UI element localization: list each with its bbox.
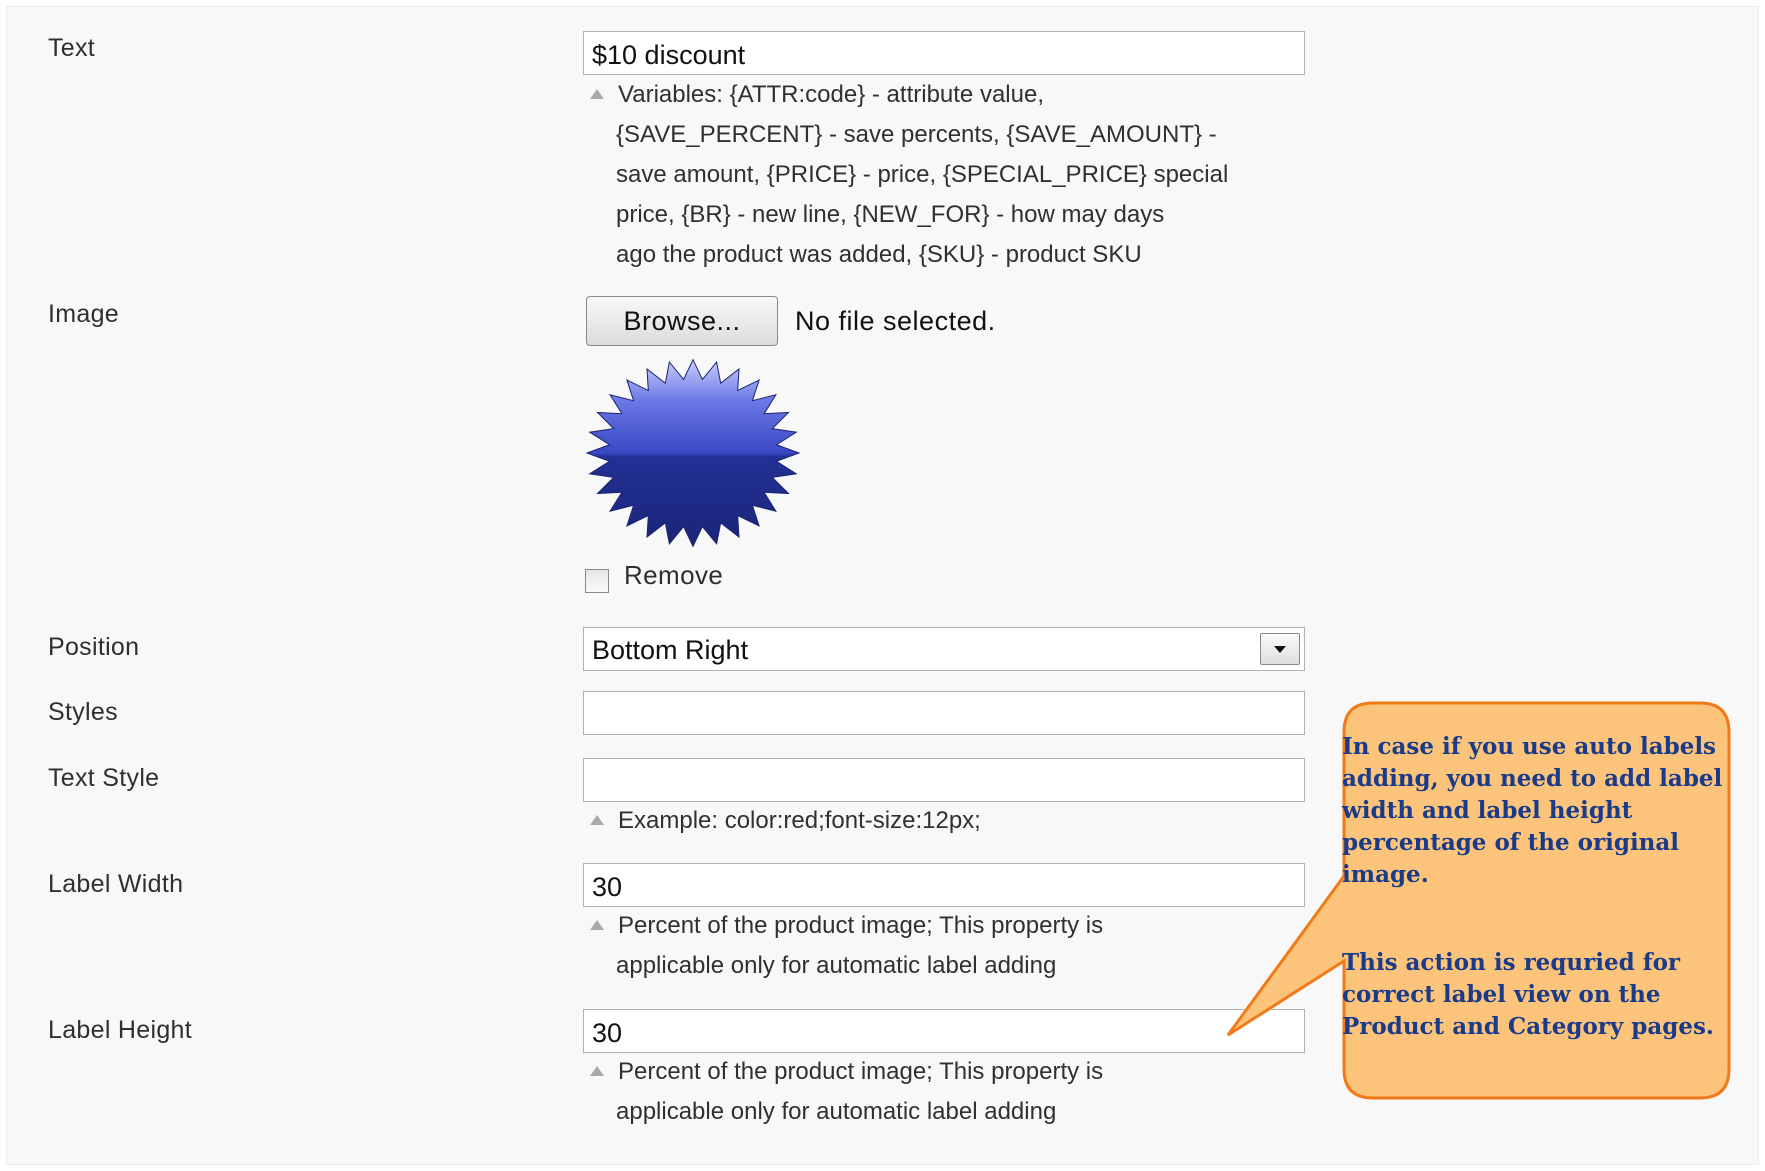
label-height-label: Label Height xyxy=(48,1016,192,1044)
label-height-note-line: Percent of the product image; This prope… xyxy=(590,1052,1310,1092)
text-style-label: Text Style xyxy=(48,764,160,792)
label-height-note-line: applicable only for automatic label addi… xyxy=(616,1098,1057,1125)
text-note-line: ago the product was added, {SKU} - produ… xyxy=(616,241,1142,268)
note-arrow-icon xyxy=(590,920,604,930)
browse-button[interactable]: Browse... xyxy=(586,296,778,346)
note-arrow-icon xyxy=(590,89,604,99)
callout-paragraph-1: In case if you use auto labels adding, y… xyxy=(1342,733,1723,888)
note-arrow-icon xyxy=(590,815,604,825)
label-width-note: Percent of the product image; This prope… xyxy=(590,906,1310,986)
chevron-down-icon[interactable] xyxy=(1260,633,1300,665)
position-label: Position xyxy=(48,633,140,661)
note-arrow-icon xyxy=(590,1066,604,1076)
remove-label: Remove xyxy=(624,560,724,590)
label-width-label: Label Width xyxy=(48,870,184,898)
text-note-line: Variables: {ATTR:code} - attribute value… xyxy=(590,75,1310,115)
label-height-note: Percent of the product image; This prope… xyxy=(590,1052,1310,1132)
remove-checkbox[interactable] xyxy=(585,569,609,593)
image-label: Image xyxy=(48,300,119,328)
text-note: Variables: {ATTR:code} - attribute value… xyxy=(590,75,1310,275)
label-height-input[interactable] xyxy=(583,1009,1305,1053)
label-width-note-line: applicable only for automatic label addi… xyxy=(616,952,1057,979)
position-select[interactable]: Bottom Right xyxy=(583,627,1305,671)
text-style-input[interactable] xyxy=(583,758,1305,802)
styles-input[interactable] xyxy=(583,691,1305,735)
starburst-badge-icon xyxy=(585,358,801,548)
text-note-line: {SAVE_PERCENT} - save percents, {SAVE_AM… xyxy=(616,121,1217,148)
styles-label: Styles xyxy=(48,698,118,726)
text-label: Text xyxy=(48,34,96,62)
position-selected-value: Bottom Right xyxy=(592,635,749,665)
callout-text: In case if you use auto labels adding, y… xyxy=(1342,731,1727,1099)
callout-paragraph-2: This action is requried for correct labe… xyxy=(1342,949,1714,1040)
text-note-line: price, {BR} - new line, {NEW_FOR} - how … xyxy=(616,201,1165,228)
text-note-line: save amount, {PRICE} - price, {SPECIAL_P… xyxy=(616,161,1229,188)
text-style-note: Example: color:red;font-size:12px; xyxy=(590,801,1310,841)
file-status: No file selected. xyxy=(795,306,996,336)
text-input[interactable] xyxy=(583,31,1305,75)
text-style-note-text: Example: color:red;font-size:12px; xyxy=(618,807,981,834)
label-width-note-line: Percent of the product image; This prope… xyxy=(590,906,1310,946)
label-width-input[interactable] xyxy=(583,863,1305,907)
